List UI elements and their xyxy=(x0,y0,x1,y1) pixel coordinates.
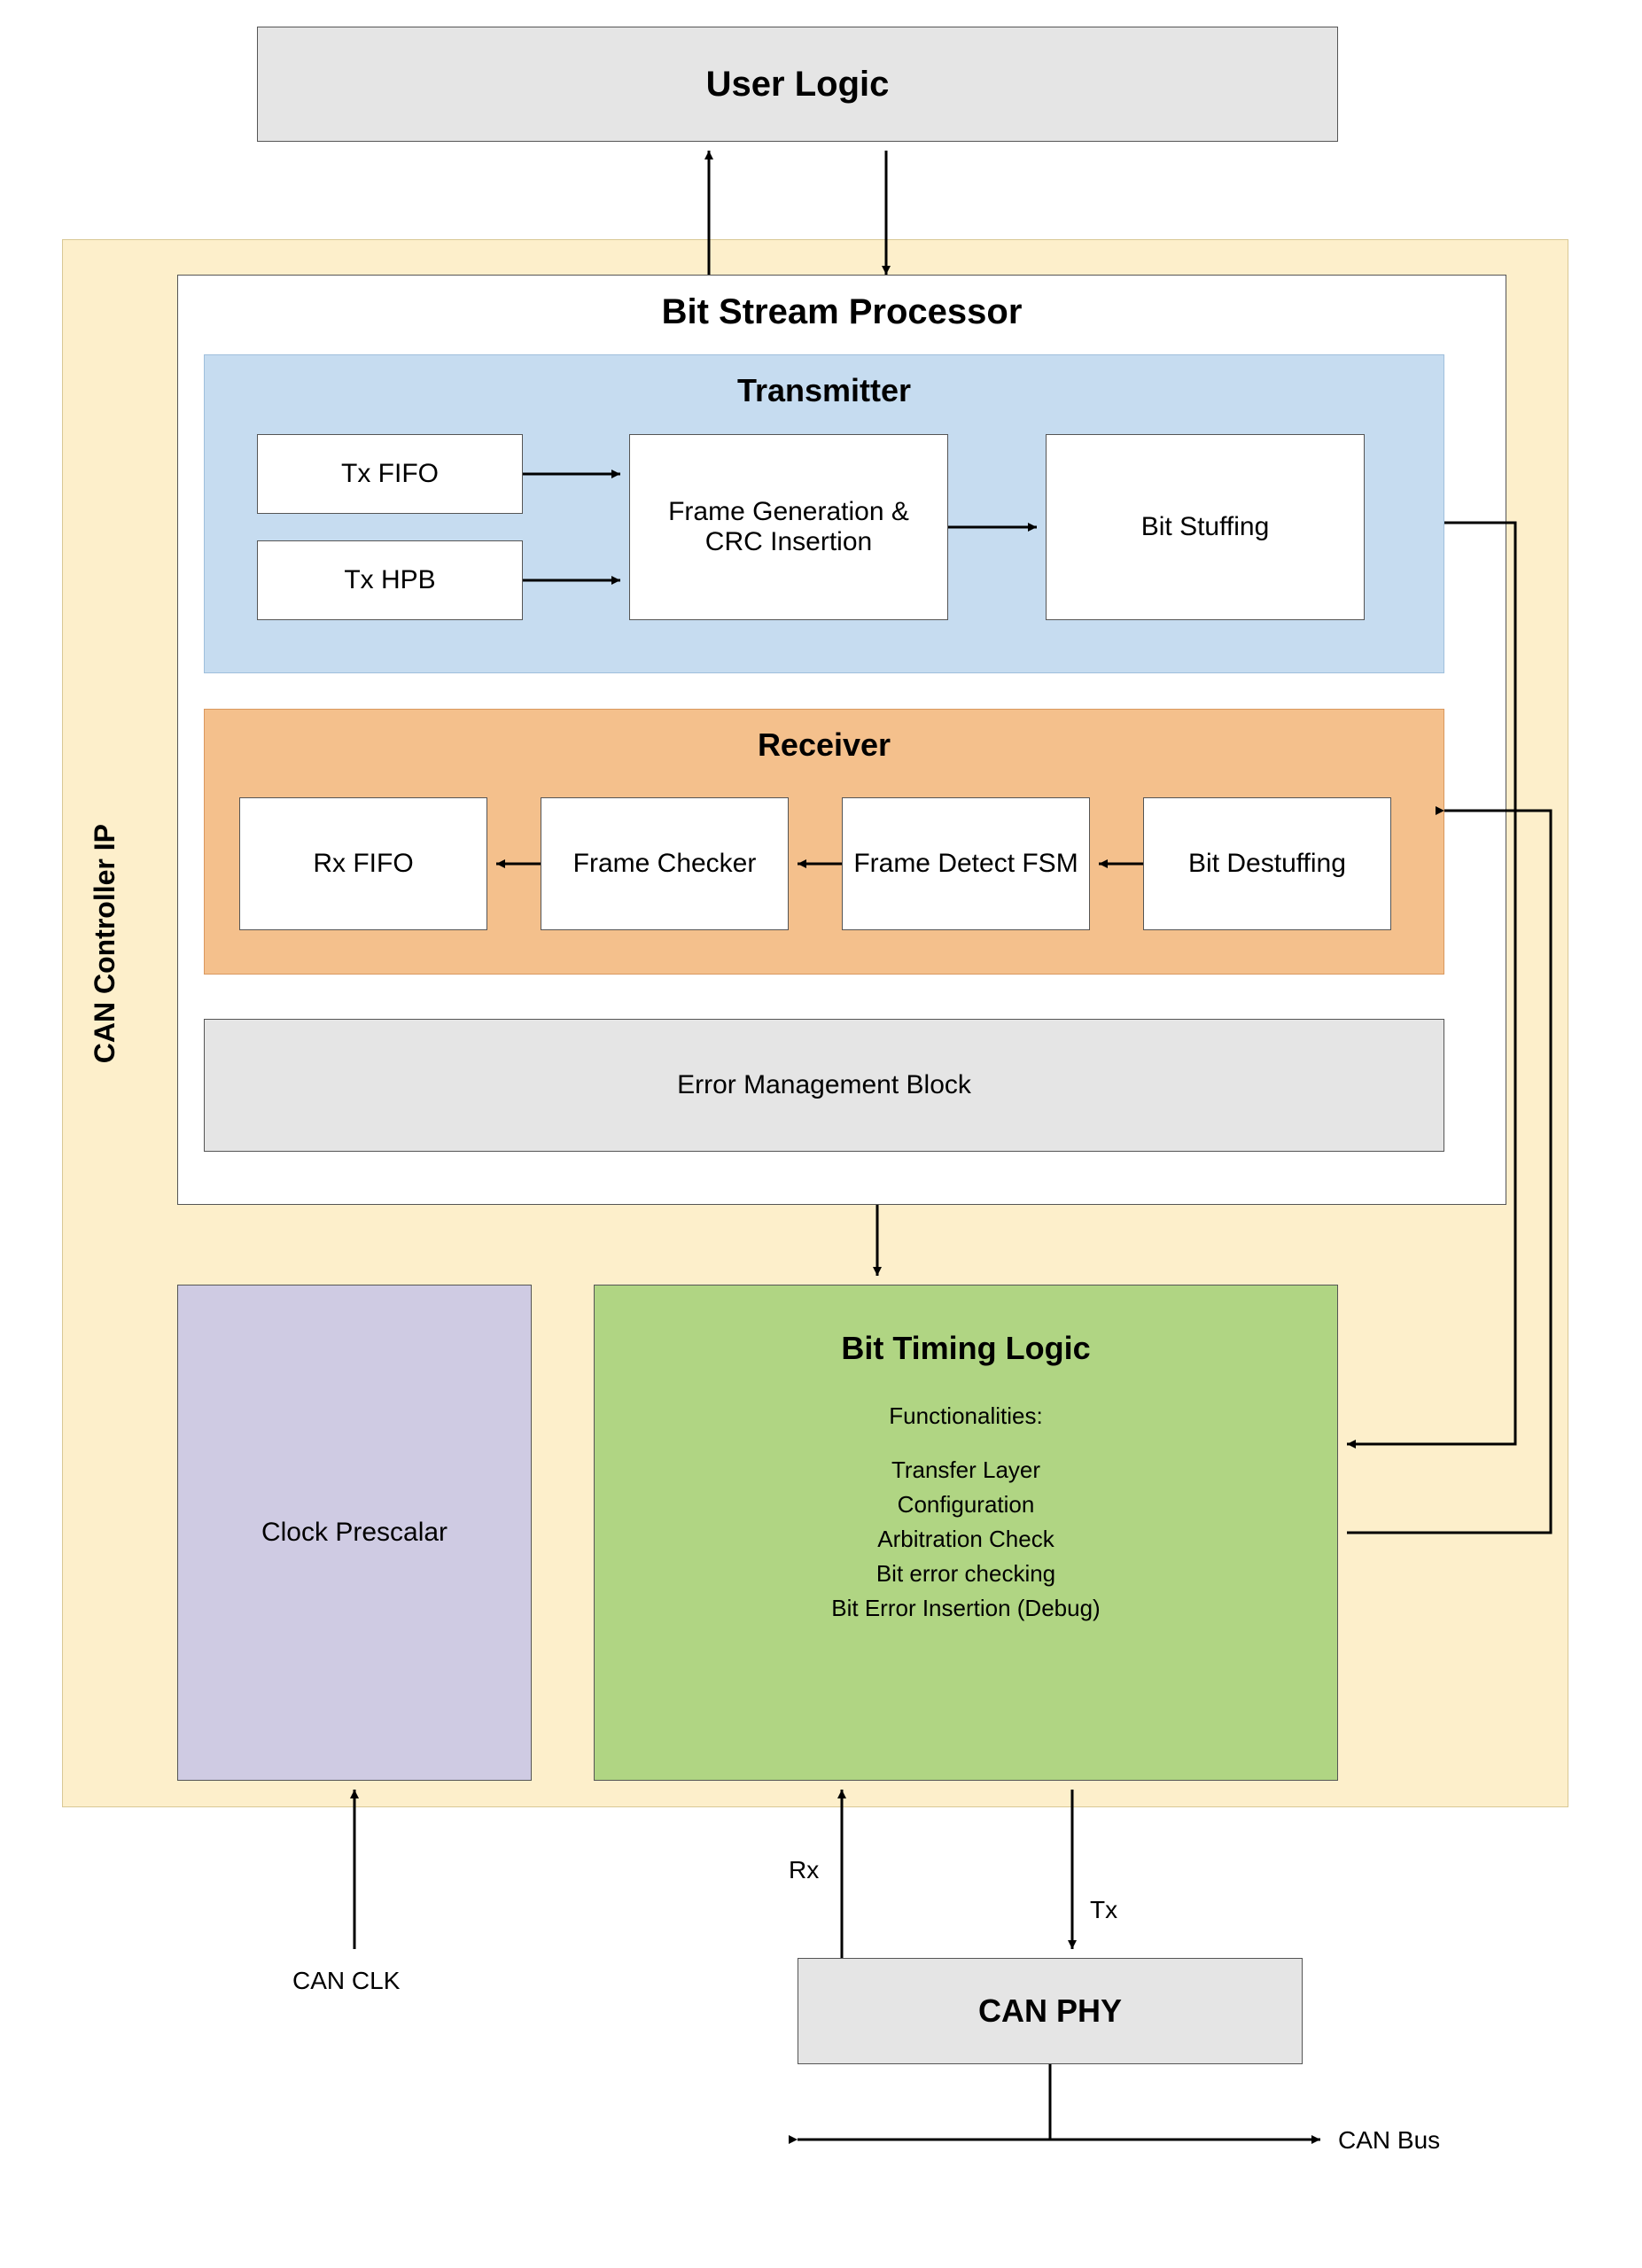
rx-label: Rx xyxy=(789,1856,819,1884)
frame-checker-block: Frame Checker xyxy=(541,797,789,930)
can-clk-label: CAN CLK xyxy=(292,1967,400,1995)
frame-gen-block: Frame Generation & CRC Insertion xyxy=(629,434,948,620)
receiver-title: Receiver xyxy=(204,726,1444,764)
clock-prescalar-block: Clock Prescalar xyxy=(177,1285,532,1781)
btl-item-1: Configuration xyxy=(898,1491,1035,1518)
tx-hpb-block: Tx HPB xyxy=(257,540,523,620)
can-bus-label: CAN Bus xyxy=(1338,2126,1440,2155)
btl-title: Bit Timing Logic xyxy=(841,1330,1090,1367)
can-phy-block: CAN PHY xyxy=(798,1958,1303,2064)
bit-destuffing-block: Bit Destuffing xyxy=(1143,797,1391,930)
btl-item-4: Bit Error Insertion (Debug) xyxy=(831,1595,1100,1622)
tx-label: Tx xyxy=(1090,1896,1117,1924)
user-logic-block: User Logic xyxy=(257,27,1338,142)
btl-item-2: Arbitration Check xyxy=(877,1526,1054,1553)
can-controller-ip-label: CAN Controller IP xyxy=(89,824,121,1063)
btl-item-3: Bit error checking xyxy=(876,1560,1055,1588)
bit-stuffing-block: Bit Stuffing xyxy=(1046,434,1365,620)
btl-item-0: Transfer Layer xyxy=(891,1456,1040,1484)
bit-timing-logic-block: Bit Timing Logic Functionalities: Transf… xyxy=(594,1285,1338,1781)
frame-detect-block: Frame Detect FSM xyxy=(842,797,1090,930)
bsp-title: Bit Stream Processor xyxy=(177,292,1506,332)
tx-fifo-block: Tx FIFO xyxy=(257,434,523,514)
diagram-canvas: User Logic CAN Controller IP Bit Stream … xyxy=(27,27,1615,2241)
rx-fifo-block: Rx FIFO xyxy=(239,797,487,930)
transmitter-title: Transmitter xyxy=(204,372,1444,409)
btl-subtitle: Functionalities: xyxy=(889,1402,1042,1430)
error-mgmt-block: Error Management Block xyxy=(204,1019,1444,1152)
